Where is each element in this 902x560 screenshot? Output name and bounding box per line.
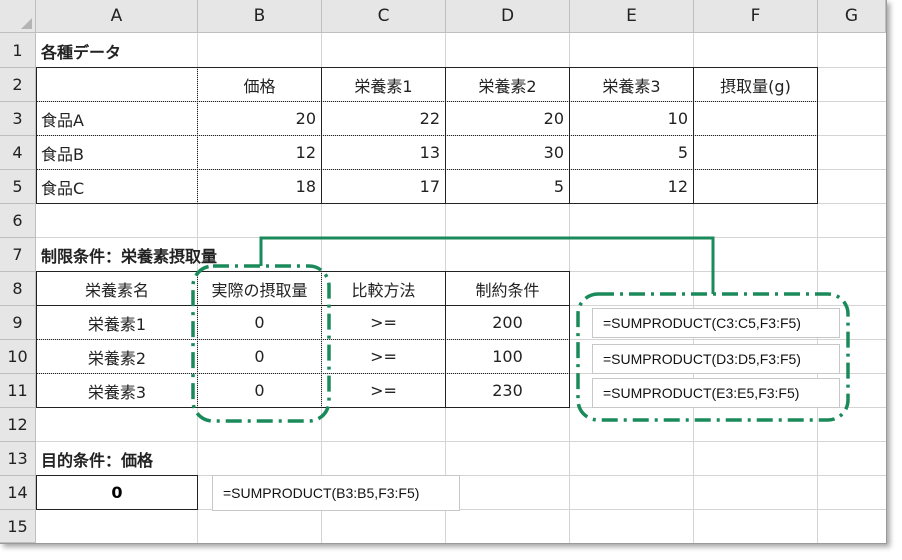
spreadsheet[interactable]: A B C D E F G 1 2 3 4 5 6 7 8 9 10 11 12… [0,0,887,544]
actual-intake-highlight [191,264,331,423]
annotation-overlay [191,236,850,423]
formula-highlight [576,292,850,422]
